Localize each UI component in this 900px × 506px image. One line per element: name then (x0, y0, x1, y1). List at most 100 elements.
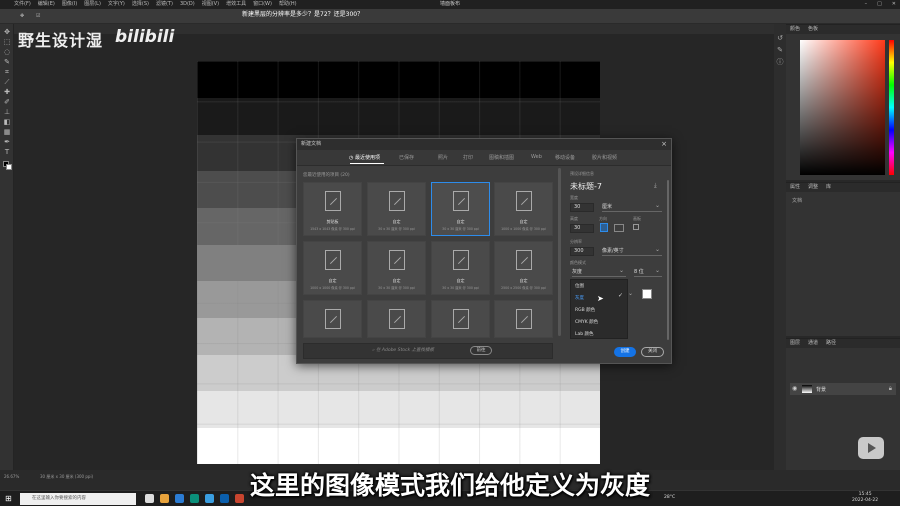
eye-icon[interactable]: ◉ (792, 385, 797, 392)
menu-layer[interactable]: 图层(L) (84, 0, 101, 9)
minimize-icon[interactable]: – (865, 0, 868, 9)
option-bitmap[interactable]: 位图 (575, 283, 584, 289)
pen-icon[interactable]: ✒ (3, 138, 11, 146)
eraser-icon[interactable]: ◧ (3, 118, 11, 126)
quick-select-icon[interactable]: ✎ (3, 58, 11, 66)
preset-card[interactable]: 自定 30 x 30 厘米 @ 300 ppi (367, 241, 426, 295)
menu-image[interactable]: 图像(I) (62, 0, 77, 9)
option-rgb[interactable]: RGB 颜色 (575, 307, 595, 313)
menu-select[interactable]: 选择(S) (132, 0, 149, 9)
healing-icon[interactable]: ✚ (3, 88, 11, 96)
tab-art[interactable]: 图稿和插图 (489, 154, 514, 161)
tab-swatches[interactable]: 色板 (808, 25, 818, 34)
resolution-input[interactable]: 300 (570, 247, 594, 256)
move-tool-icon[interactable]: ✥ (20, 13, 24, 19)
info-icon[interactable]: ⓘ (776, 58, 784, 66)
details-scrollbar[interactable] (667, 180, 669, 340)
chevron-down-icon[interactable]: ⌄ (628, 290, 633, 297)
artboard-checkbox[interactable] (633, 224, 639, 230)
background-color-swatch[interactable] (6, 164, 12, 170)
preset-size: 30 x 30 厘米 @ 300 ppi (442, 286, 479, 290)
preset-card[interactable]: 自定 1000 x 1000 像素 @ 300 ppi (494, 182, 553, 236)
width-input[interactable]: 30 (570, 203, 594, 212)
portrait-orientation-icon[interactable] (600, 223, 608, 232)
type-icon[interactable]: T (3, 148, 11, 156)
tab-web[interactable]: Web (531, 154, 542, 160)
preset-card[interactable]: 自定 30 x 30 厘米 @ 300 ppi (431, 241, 490, 295)
tab-libraries[interactable]: 库 (826, 183, 831, 192)
tab-properties[interactable]: 属性 (790, 183, 800, 192)
preset-card[interactable] (431, 300, 490, 338)
color-picker-field[interactable] (800, 40, 885, 175)
menu-3d[interactable]: 3D(D) (180, 0, 195, 9)
width-unit-select[interactable]: 厘米 (602, 201, 662, 212)
marquee-icon[interactable]: ⬚ (3, 38, 11, 46)
presets-scrollbar[interactable] (558, 168, 561, 336)
tab-photo[interactable]: 照片 (438, 154, 448, 161)
menu-window[interactable]: 窗口(W) (253, 0, 272, 9)
channel-watermark: 野生设计湿 (18, 31, 104, 50)
preset-card[interactable] (367, 300, 426, 338)
menu-view[interactable]: 视图(V) (202, 0, 219, 9)
layer-row[interactable]: ◉ 背景 🔒︎ (790, 383, 896, 395)
tab-layers[interactable]: 图层 (790, 339, 800, 348)
properties-panel: 属性 调整 库 文档 (786, 182, 900, 336)
option-grayscale[interactable]: 灰度 (575, 295, 584, 301)
preset-card[interactable]: 自定 1000 x 1000 像素 @ 300 ppi (303, 241, 362, 295)
preset-card[interactable]: 剪贴板 1543 x 1043 像素 @ 300 ppi (303, 182, 362, 236)
save-preset-icon[interactable]: ⤓ (654, 182, 657, 190)
document-name-field[interactable]: 未标题-7 (570, 181, 602, 192)
dialog-close-icon[interactable]: × (661, 139, 667, 150)
tools-panel: ✥ ⬚ ◌ ✎ ⌗ ⟋ ✚ ✐ ⊥ ◧ ▦ ✒ T (0, 24, 14, 470)
go-button[interactable]: 前往 (470, 346, 492, 355)
tab-recent[interactable]: ◷ 最近使用项 (349, 154, 380, 161)
tab-channels[interactable]: 通道 (808, 339, 818, 348)
tab-adjustments[interactable]: 调整 (808, 183, 818, 192)
menu-type[interactable]: 文字(Y) (108, 0, 125, 9)
stock-search-input[interactable]: ⌕ 在 Adobe Stock 上查找模板 (372, 347, 434, 353)
preset-size: 30 x 30 厘米 @ 300 ppi (378, 286, 415, 290)
create-button[interactable]: 创建 (614, 347, 636, 357)
landscape-orientation-icon[interactable] (614, 224, 624, 232)
menu-filter[interactable]: 滤镜(T) (156, 0, 173, 9)
preset-size: 1000 x 1000 像素 @ 300 ppi (501, 227, 546, 231)
lasso-icon[interactable]: ◌ (3, 48, 11, 56)
close-icon[interactable]: ✕ (892, 0, 896, 9)
maximize-icon[interactable]: □ (877, 0, 882, 9)
hue-slider[interactable] (889, 40, 894, 175)
gradient-icon[interactable]: ▦ (3, 128, 11, 136)
bit-depth-select[interactable]: 8 位 (634, 266, 662, 277)
option-lab[interactable]: Lab 颜色 (575, 331, 594, 337)
height-input[interactable]: 30 (570, 224, 594, 233)
crop-icon[interactable]: ⌗ (3, 68, 11, 76)
preset-card[interactable] (494, 300, 553, 338)
brush-settings-icon[interactable]: ✎ (776, 46, 784, 54)
preset-card[interactable]: 自定 30 x 30 厘米 @ 300 ppi (367, 182, 426, 236)
preset-card-selected[interactable]: 自定 30 x 30 厘米 @ 300 ppi (431, 182, 490, 236)
tab-film[interactable]: 胶片和视频 (592, 154, 617, 161)
menu-file[interactable]: 文件(F) (14, 0, 31, 9)
background-content-swatch[interactable] (642, 289, 652, 299)
tab-paths[interactable]: 路径 (826, 339, 836, 348)
tab-recent-label: 最近使用项 (354, 155, 380, 161)
menu-edit[interactable]: 编辑(E) (38, 0, 55, 9)
tab-color[interactable]: 颜色 (790, 25, 800, 34)
eyedropper-icon[interactable]: ⟋ (3, 78, 11, 86)
menu-plugins[interactable]: 增效工具 (226, 0, 246, 9)
brush-icon[interactable]: ✐ (3, 98, 11, 106)
preset-details-header: 预设详细信息 (570, 171, 594, 176)
tab-saved[interactable]: 已保存 (399, 154, 414, 161)
color-mode-select[interactable]: 灰度 (572, 266, 626, 277)
tab-mobile[interactable]: 移动设备 (555, 154, 575, 161)
history-icon[interactable]: ↺ (776, 34, 784, 42)
preset-card[interactable]: 自定 2500 x 2500 像素 @ 300 ppi (494, 241, 553, 295)
menu-help[interactable]: 帮助(H) (279, 0, 297, 9)
move-icon[interactable]: ✥ (3, 28, 11, 36)
option-cmyk[interactable]: CMYK 颜色 (575, 319, 598, 325)
resolution-unit-select[interactable]: 像素/英寸 (602, 245, 662, 256)
preset-card[interactable] (303, 300, 362, 338)
tab-print[interactable]: 打印 (463, 154, 473, 161)
stamp-icon[interactable]: ⊥ (3, 108, 11, 116)
auto-select-checkbox[interactable]: ☑ (36, 13, 40, 19)
close-button[interactable]: 关闭 (641, 347, 664, 357)
